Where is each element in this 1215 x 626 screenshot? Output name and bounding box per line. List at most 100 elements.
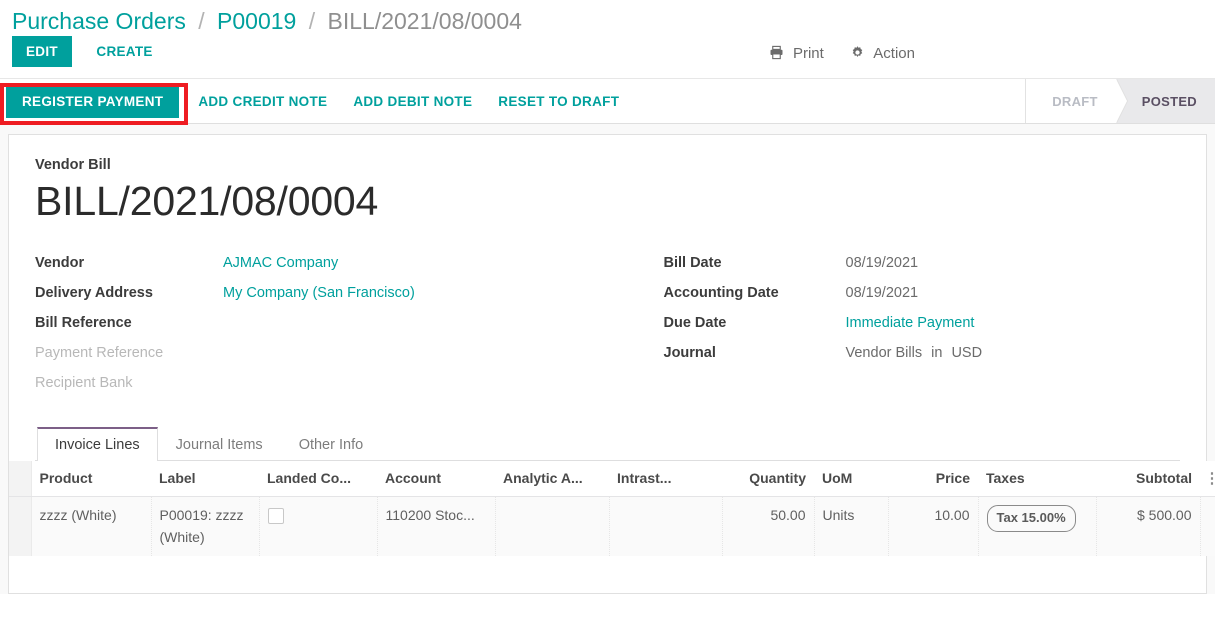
field-recipient-bank-label: Recipient Bank — [35, 374, 133, 391]
field-delivery-address: Delivery Address My Company (San Francis… — [35, 285, 608, 315]
status-stage-posted[interactable]: POSTED — [1115, 79, 1215, 123]
field-due-date-value[interactable]: Immediate Payment — [846, 315, 975, 331]
reset-to-draft-button[interactable]: RESET TO DRAFT — [485, 85, 632, 118]
add-debit-note-button[interactable]: ADD DEBIT NOTE — [340, 85, 485, 118]
table-row[interactable]: zzzz (White) P00019: zzzz (White) 110200… — [9, 496, 1215, 557]
field-bill-reference: Bill Reference — [35, 315, 608, 345]
cell-optional-spacer — [1200, 496, 1215, 557]
stage-arrow-fill — [1115, 79, 1127, 123]
status-stage-posted-label: POSTED — [1141, 93, 1197, 109]
field-delivery-address-label: Delivery Address — [35, 284, 153, 301]
column-header-price[interactable]: Price — [888, 460, 978, 497]
breadcrumb-current: BILL/2021/08/0004 — [327, 8, 522, 34]
status-stage-draft[interactable]: DRAFT — [1026, 79, 1128, 123]
page-title: BILL/2021/08/0004 — [35, 178, 379, 224]
control-panel: EDIT CREATE Print Action — [0, 36, 1215, 78]
cell-account[interactable]: 110200 Stoc... — [377, 496, 496, 557]
cell-analytic-account[interactable] — [495, 496, 610, 557]
field-accounting-date-value[interactable]: 08/19/2021 — [846, 285, 919, 301]
breadcrumb-root[interactable]: Purchase Orders — [12, 8, 186, 34]
field-currency-value[interactable]: USD — [951, 345, 982, 361]
statusbar-buttons: REGISTER PAYMENT ADD CREDIT NOTE ADD DEB… — [0, 79, 632, 123]
field-journal-value-wrap: Vendor Bills in USD — [846, 345, 983, 361]
tab-journal-items[interactable]: Journal Items — [158, 427, 281, 461]
column-header-intrastat[interactable]: Intrast... — [609, 460, 722, 497]
statusbar: REGISTER PAYMENT ADD CREDIT NOTE ADD DEB… — [0, 78, 1215, 125]
column-header-taxes[interactable]: Taxes — [978, 460, 1096, 497]
form-background: Vendor Bill BILL/2021/08/0004 Vendor AJM… — [0, 124, 1215, 594]
field-due-date-label: Due Date — [663, 314, 727, 331]
create-button[interactable]: CREATE — [84, 36, 164, 67]
field-vendor: Vendor AJMAC Company — [35, 255, 608, 285]
column-header-quantity[interactable]: Quantity — [722, 460, 814, 497]
column-header-landed-costs[interactable]: Landed Co... — [259, 460, 377, 497]
field-recipient-bank: Recipient Bank — [35, 375, 608, 405]
field-vendor-value[interactable]: AJMAC Company — [223, 255, 338, 271]
gear-icon — [850, 45, 865, 64]
invoice-lines-table-wrapper: Product Label Landed Co... Account Analy… — [9, 460, 1215, 557]
field-vendor-label: Vendor — [35, 254, 85, 271]
column-header-product[interactable]: Product — [31, 460, 151, 497]
cell-intrastat[interactable] — [609, 496, 723, 557]
printer-icon — [769, 45, 784, 64]
vertical-dots-icon[interactable]: ⋮ — [1205, 471, 1215, 486]
cell-quantity[interactable]: 50.00 — [722, 496, 815, 557]
add-credit-note-button[interactable]: ADD CREDIT NOTE — [185, 85, 340, 118]
field-journal-label: Journal — [663, 344, 716, 361]
field-accounting-date: Accounting Date 08/19/2021 — [664, 285, 1181, 315]
row-handle-column-header — [9, 460, 32, 497]
tab-invoice-lines[interactable]: Invoice Lines — [37, 426, 158, 461]
field-group-right: Bill Date 08/19/2021 Accounting Date 08/… — [608, 255, 1181, 405]
status-stages: DRAFT POSTED — [1025, 79, 1215, 123]
breadcrumb-parent[interactable]: P00019 — [217, 8, 296, 34]
column-header-label[interactable]: Label — [151, 460, 259, 497]
register-payment-button[interactable]: REGISTER PAYMENT — [6, 84, 180, 118]
field-groups: Vendor AJMAC Company Delivery Address My… — [35, 255, 1180, 405]
cell-price[interactable]: 10.00 — [888, 496, 979, 557]
field-due-date: Due Date Immediate Payment — [664, 315, 1181, 345]
form-sheet: Vendor Bill BILL/2021/08/0004 Vendor AJM… — [8, 134, 1215, 594]
control-panel-actions: Print Action — [769, 45, 915, 64]
column-header-subtotal[interactable]: Subtotal — [1096, 460, 1200, 497]
field-bill-date: Bill Date 08/19/2021 — [664, 255, 1181, 285]
field-payment-reference-label: Payment Reference — [35, 344, 164, 361]
cell-subtotal: $ 500.00 — [1096, 496, 1201, 557]
column-header-analytic-account[interactable]: Analytic A... — [495, 460, 609, 497]
breadcrumb: Purchase Orders / P00019 / BILL/2021/08/… — [0, 0, 1215, 36]
field-delivery-address-value[interactable]: My Company (San Francisco) — [223, 285, 415, 301]
print-label: Print — [792, 45, 824, 62]
field-journal: Journal Vendor Bills in USD — [664, 345, 1181, 375]
breadcrumb-separator-2: / — [308, 8, 316, 34]
field-group-left: Vendor AJMAC Company Delivery Address My… — [35, 255, 608, 405]
action-button[interactable]: Action — [850, 45, 915, 64]
notebook: Invoice Lines Journal Items Other Info P… — [9, 426, 1215, 557]
field-accounting-date-label: Accounting Date — [663, 284, 779, 301]
invoice-lines-table: Product Label Landed Co... Account Analy… — [9, 460, 1215, 557]
cell-taxes[interactable]: Tax 15.00% — [978, 496, 1097, 557]
field-journal-conjunction: in — [931, 344, 943, 361]
notebook-tabs: Invoice Lines Journal Items Other Info — [35, 426, 1180, 461]
field-journal-value[interactable]: Vendor Bills — [846, 345, 923, 361]
field-bill-date-label: Bill Date — [663, 254, 722, 271]
field-bill-date-value[interactable]: 08/19/2021 — [846, 255, 919, 271]
tab-other-info[interactable]: Other Info — [281, 427, 381, 461]
print-button[interactable]: Print — [769, 45, 824, 64]
cell-product[interactable]: zzzz (White) — [31, 496, 152, 557]
edit-button[interactable]: EDIT — [12, 36, 72, 67]
field-payment-reference: Payment Reference — [35, 345, 608, 375]
cell-label[interactable]: P00019: zzzz (White) — [151, 496, 260, 557]
form-subtitle: Vendor Bill — [35, 157, 111, 173]
tax-badge: Tax 15.00% — [986, 504, 1076, 533]
cell-landed-costs[interactable] — [259, 496, 378, 557]
action-label: Action — [873, 45, 915, 62]
landed-costs-checkbox[interactable] — [267, 508, 284, 525]
optional-columns-header: ⋮ — [1200, 460, 1215, 497]
row-handle-cell[interactable] — [9, 496, 32, 557]
breadcrumb-separator-1: / — [198, 8, 205, 34]
field-bill-reference-label: Bill Reference — [35, 314, 132, 331]
table-header-row: Product Label Landed Co... Account Analy… — [9, 460, 1215, 497]
cell-uom[interactable]: Units — [814, 496, 889, 557]
column-header-account[interactable]: Account — [377, 460, 495, 497]
column-header-uom[interactable]: UoM — [814, 460, 888, 497]
status-stage-draft-label: DRAFT — [1052, 93, 1098, 109]
